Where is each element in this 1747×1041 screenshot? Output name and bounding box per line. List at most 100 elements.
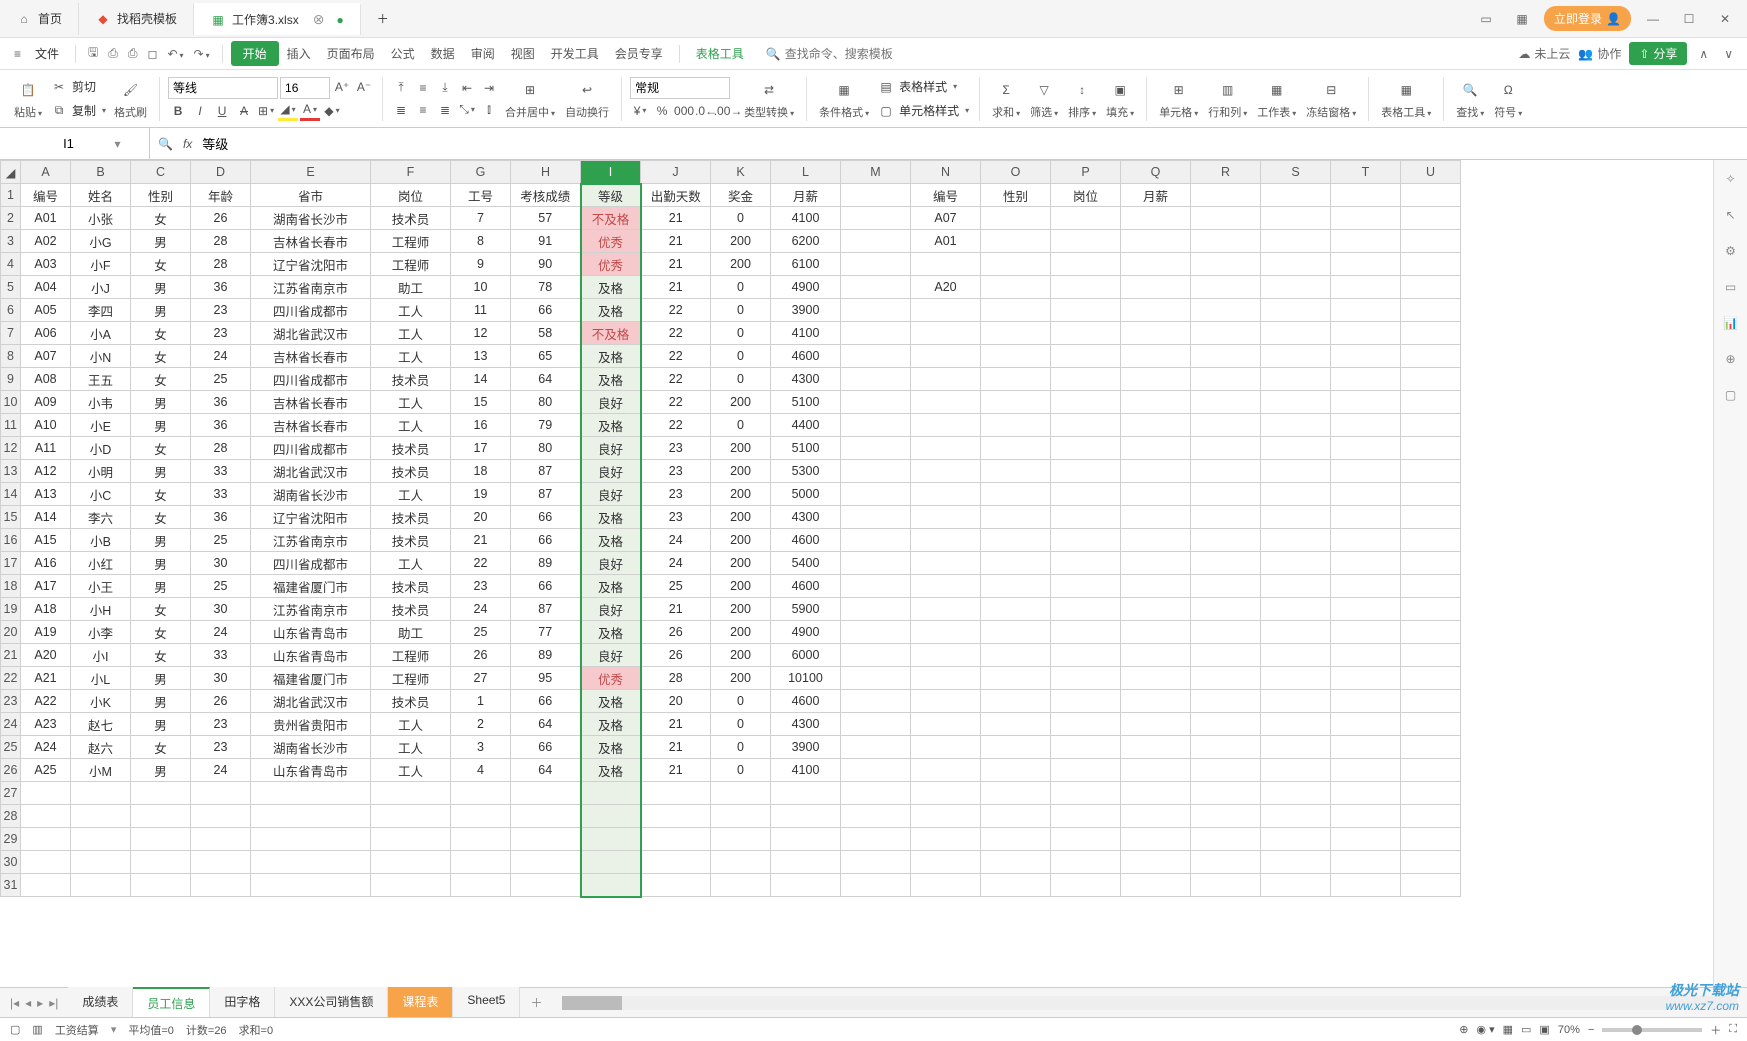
cell[interactable]: 0 <box>711 736 771 759</box>
cell[interactable] <box>981 552 1051 575</box>
cell[interactable] <box>911 506 981 529</box>
cell[interactable] <box>841 391 911 414</box>
cell[interactable]: 10100 <box>771 667 841 690</box>
cell[interactable] <box>1121 575 1191 598</box>
cell[interactable]: 男 <box>131 391 191 414</box>
cell[interactable]: 技术员 <box>371 529 451 552</box>
formula-input[interactable] <box>202 136 1739 151</box>
cell[interactable] <box>981 506 1051 529</box>
cell[interactable]: A16 <box>21 552 71 575</box>
cell[interactable] <box>1401 575 1461 598</box>
cell[interactable] <box>251 828 371 851</box>
undo-icon[interactable]: ↶ <box>167 47 183 61</box>
cell[interactable] <box>1051 483 1121 506</box>
cell[interactable] <box>1261 598 1331 621</box>
conditional-format-button[interactable]: ▦ 条件格式 <box>815 76 873 122</box>
save-icon[interactable]: 🖫 <box>88 43 98 64</box>
cell[interactable]: 赵七 <box>71 713 131 736</box>
cell[interactable] <box>1121 368 1191 391</box>
cell[interactable] <box>771 828 841 851</box>
cell[interactable]: 22 <box>641 414 711 437</box>
cell[interactable]: 5000 <box>771 483 841 506</box>
cell[interactable]: 1 <box>451 690 511 713</box>
cell[interactable]: 月薪 <box>771 184 841 207</box>
align-right-icon[interactable]: ≣ <box>435 100 455 120</box>
cell[interactable] <box>1261 552 1331 575</box>
cell[interactable]: 25 <box>191 529 251 552</box>
cell[interactable]: 200 <box>711 667 771 690</box>
side-settings-icon[interactable]: ⚙ <box>1720 240 1742 262</box>
row-header[interactable]: 19 <box>1 598 21 621</box>
cell[interactable] <box>711 851 771 874</box>
cell[interactable] <box>911 782 981 805</box>
cell[interactable]: 及格 <box>581 575 641 598</box>
cell[interactable] <box>1191 391 1261 414</box>
cell[interactable] <box>1121 207 1191 230</box>
column-header-R[interactable]: R <box>1191 161 1261 184</box>
column-header-F[interactable]: F <box>371 161 451 184</box>
cell[interactable]: 200 <box>711 598 771 621</box>
hamburger-icon[interactable]: ≡ <box>14 47 21 61</box>
row-header[interactable]: 24 <box>1 713 21 736</box>
cell[interactable] <box>1261 506 1331 529</box>
cell[interactable]: 4300 <box>771 368 841 391</box>
cell[interactable]: A01 <box>21 207 71 230</box>
cell[interactable]: 21 <box>641 253 711 276</box>
column-header-N[interactable]: N <box>911 161 981 184</box>
cell[interactable] <box>981 667 1051 690</box>
cell[interactable]: 65 <box>511 345 581 368</box>
cell[interactable]: 6100 <box>771 253 841 276</box>
cell[interactable] <box>1401 207 1461 230</box>
cell[interactable] <box>1051 506 1121 529</box>
cell[interactable] <box>841 736 911 759</box>
cell[interactable] <box>911 759 981 782</box>
worksheet-button[interactable]: ▦工作表 <box>1253 76 1300 122</box>
lookup-icon[interactable]: 🔍 <box>158 137 173 151</box>
cell[interactable]: 工程师 <box>371 644 451 667</box>
cell[interactable] <box>841 345 911 368</box>
cell[interactable] <box>511 782 581 805</box>
cell[interactable]: 15 <box>451 391 511 414</box>
cell[interactable]: 及格 <box>581 345 641 368</box>
cell[interactable] <box>841 667 911 690</box>
cell[interactable] <box>1331 598 1401 621</box>
cell[interactable] <box>1051 759 1121 782</box>
status-eye-icon[interactable]: ◉ ▾ <box>1476 1023 1494 1036</box>
cell[interactable]: 26 <box>191 690 251 713</box>
cell[interactable]: 性别 <box>981 184 1051 207</box>
name-box[interactable]: ▾ <box>0 128 150 159</box>
cell[interactable] <box>1261 368 1331 391</box>
cell[interactable] <box>1051 805 1121 828</box>
cell[interactable] <box>641 874 711 897</box>
cell[interactable] <box>1191 276 1261 299</box>
cell[interactable]: 24 <box>451 598 511 621</box>
menu-页面布局[interactable]: 页面布局 <box>319 41 383 66</box>
cell[interactable] <box>191 874 251 897</box>
cell[interactable]: 女 <box>131 437 191 460</box>
cell[interactable]: 编号 <box>21 184 71 207</box>
menu-file[interactable]: 文件 <box>27 41 67 66</box>
cell[interactable]: 工人 <box>371 713 451 736</box>
cell[interactable] <box>981 437 1051 460</box>
cell[interactable]: 湖南省长沙市 <box>251 736 371 759</box>
cell[interactable]: 6200 <box>771 230 841 253</box>
cell[interactable] <box>1401 552 1461 575</box>
column-header-C[interactable]: C <box>131 161 191 184</box>
cell[interactable] <box>1051 667 1121 690</box>
cell[interactable] <box>841 552 911 575</box>
cell[interactable] <box>711 828 771 851</box>
table-style-button[interactable]: ▤表格样式 <box>875 76 971 98</box>
cell[interactable] <box>711 874 771 897</box>
cell[interactable]: 22 <box>641 299 711 322</box>
cell[interactable]: 女 <box>131 322 191 345</box>
cell[interactable] <box>911 322 981 345</box>
currency-icon[interactable]: ¥ <box>630 101 650 121</box>
cell[interactable]: 姓名 <box>71 184 131 207</box>
align-top-icon[interactable]: ⤒ <box>391 78 411 98</box>
cell[interactable] <box>911 598 981 621</box>
cell[interactable]: 28 <box>191 230 251 253</box>
cell[interactable] <box>1051 299 1121 322</box>
select-all-corner[interactable]: ◢ <box>1 161 21 184</box>
cell[interactable] <box>911 874 981 897</box>
title-tab[interactable]: ▦工作簿3.xlsx⊗● <box>194 3 361 35</box>
